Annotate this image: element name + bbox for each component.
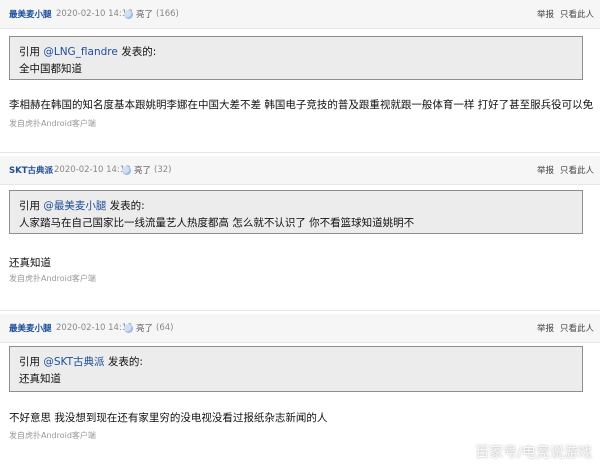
reply-post: 最美麦小腿 2020-02-10 14:18 亮了 (166) 举报 只看此人 …	[0, 0, 600, 152]
light-button[interactable]: 亮了 (64)	[124, 322, 173, 334]
quote-block: 引用 @最美麦小腿 发表的: 人家踏马在自己国家比一线流量艺人热度都高 怎么就不…	[9, 190, 583, 234]
post-time: 2020-02-10 14:18	[56, 9, 133, 19]
quoted-user-link[interactable]: @LNG_flandre	[43, 46, 118, 58]
post-content: 李相赫在韩国的知名度基本跟姚明李娜在中国大差不差 韩国电子竞技的普及跟重视就跟一…	[9, 99, 594, 111]
quote-prefix: 引用	[19, 356, 44, 368]
post-header: 最美麦小腿 2020-02-10 14:18 亮了 (166) 举报 只看此人	[0, 0, 600, 29]
light-icon	[122, 165, 131, 175]
post-time: 2020-02-10 14:15	[56, 323, 133, 333]
post-source: 发自虎扑Android客户端	[9, 431, 96, 440]
divider	[0, 152, 600, 153]
post-actions: 举报 只看此人	[537, 164, 594, 176]
light-label: 亮了	[134, 166, 152, 176]
report-link[interactable]: 举报	[537, 164, 554, 176]
post-source: 发自虎扑Android客户端	[9, 274, 96, 283]
light-count: (166)	[156, 9, 179, 19]
quote-block: 引用 @LNG_flandre 发表的: 全中国都知道	[9, 36, 583, 80]
author-link[interactable]: 最美麦小腿	[9, 322, 52, 334]
post-content: 还真知道	[9, 257, 51, 269]
quote-text: 全中国都知道	[19, 63, 82, 75]
light-button[interactable]: 亮了 (166)	[124, 8, 179, 20]
quote-header: 引用 @最美麦小腿 发表的:	[19, 198, 573, 215]
only-author-link[interactable]: 只看此人	[560, 8, 594, 20]
light-icon	[124, 9, 133, 19]
light-label: 亮了	[136, 10, 154, 20]
light-count: (64)	[156, 323, 174, 333]
post-source: 发自虎扑Android客户端	[9, 119, 96, 128]
report-link[interactable]: 举报	[537, 322, 554, 334]
light-count: (32)	[154, 165, 172, 175]
quote-prefix: 引用	[19, 46, 44, 58]
light-label: 亮了	[136, 324, 154, 334]
quoted-user-link[interactable]: @最美麦小腿	[43, 200, 106, 212]
quoted-user-link[interactable]: @SKT古典派	[43, 356, 104, 368]
reply-post: SKT古典派 2020-02-10 14:13 亮了 (32) 举报 只看此人 …	[0, 156, 600, 311]
light-button[interactable]: 亮了 (32)	[122, 164, 171, 176]
quote-block: 引用 @SKT古典派 发表的: 还真知道	[9, 346, 583, 392]
watermark: 百家号/电竞说游戏	[475, 445, 592, 461]
post-header: SKT古典派 2020-02-10 14:13 亮了 (32) 举报 只看此人	[0, 156, 600, 185]
author-link[interactable]: 最美麦小腿	[9, 8, 52, 20]
report-link[interactable]: 举报	[537, 8, 554, 20]
post-header: 最美麦小腿 2020-02-10 14:15 亮了 (64) 举报 只看此人	[0, 314, 600, 343]
post-actions: 举报 只看此人	[537, 322, 594, 334]
only-author-link[interactable]: 只看此人	[560, 322, 594, 334]
quote-suffix: 发表的:	[104, 356, 143, 368]
light-icon	[124, 323, 133, 333]
post-content: 不好意思 我没想到现在还有家里穷的没电视没看过报纸杂志新闻的人	[9, 412, 328, 424]
quote-header: 引用 @SKT古典派 发表的:	[19, 354, 573, 371]
divider	[0, 310, 600, 311]
quote-text: 还真知道	[19, 373, 61, 385]
quote-suffix: 发表的:	[106, 200, 145, 212]
post-time: 2020-02-10 14:13	[54, 165, 131, 175]
quote-suffix: 发表的:	[117, 46, 157, 58]
quote-text: 人家踏马在自己国家比一线流量艺人热度都高 怎么就不认识了 你不看篮球知道姚明不	[19, 217, 415, 229]
quote-prefix: 引用	[19, 200, 44, 212]
quote-header: 引用 @LNG_flandre 发表的:	[19, 44, 573, 61]
author-link[interactable]: SKT古典派	[9, 164, 53, 176]
post-actions: 举报 只看此人	[537, 8, 594, 20]
only-author-link[interactable]: 只看此人	[560, 164, 594, 176]
